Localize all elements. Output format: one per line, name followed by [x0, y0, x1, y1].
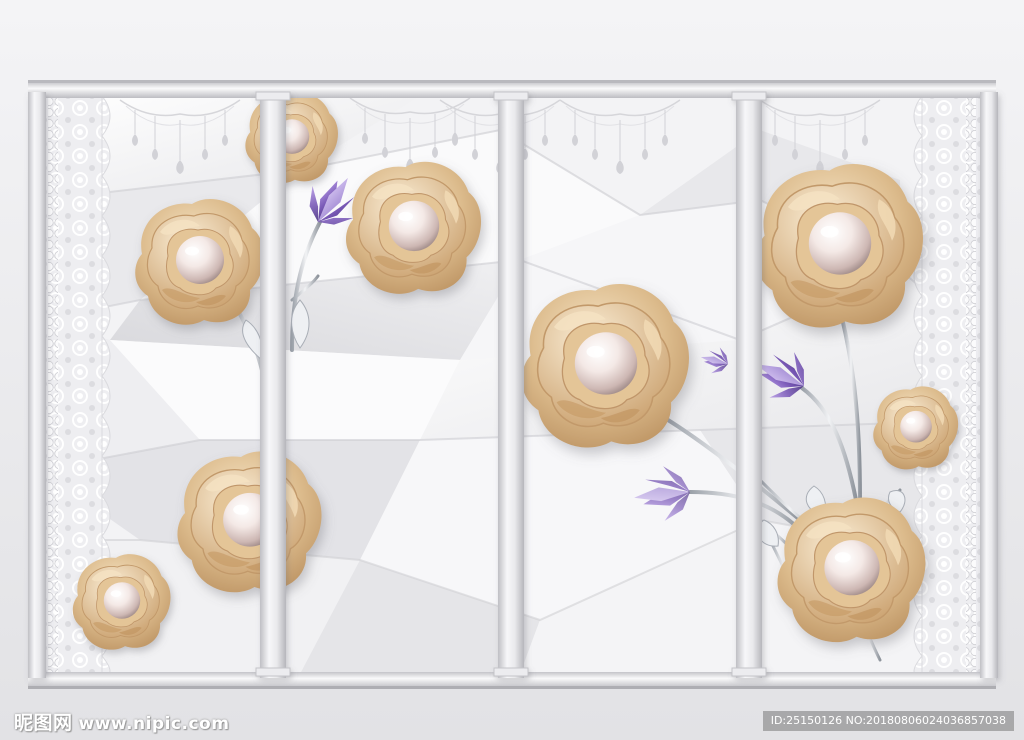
rose-bottom-left — [177, 451, 321, 592]
site-watermark: 昵图网 www.nipic.com — [14, 708, 229, 735]
rose-right-small — [873, 386, 958, 469]
site-name: 昵图网 — [14, 712, 73, 734]
image-id-badge: ID:25150126 NO:20180806024036857038 — [762, 711, 1014, 731]
rose-top-small — [245, 93, 338, 184]
rose-right-bottom — [778, 498, 926, 643]
image-id-text: ID:25150126 NO:20180806024036857038 — [770, 714, 1006, 727]
rose-center — [522, 284, 689, 447]
rose-top-center — [346, 162, 481, 294]
wallpaper-canvas: 昵图网 www.nipic.com ID:25150126 NO:20180806… — [0, 0, 1024, 740]
rose-corner-small — [73, 554, 171, 650]
rose-large-left — [135, 199, 264, 325]
site-url: www.nipic.com — [78, 714, 230, 734]
rose-right-top — [756, 164, 923, 327]
rose-pearl-mural — [0, 0, 1024, 740]
lace-border-right — [913, 95, 981, 677]
